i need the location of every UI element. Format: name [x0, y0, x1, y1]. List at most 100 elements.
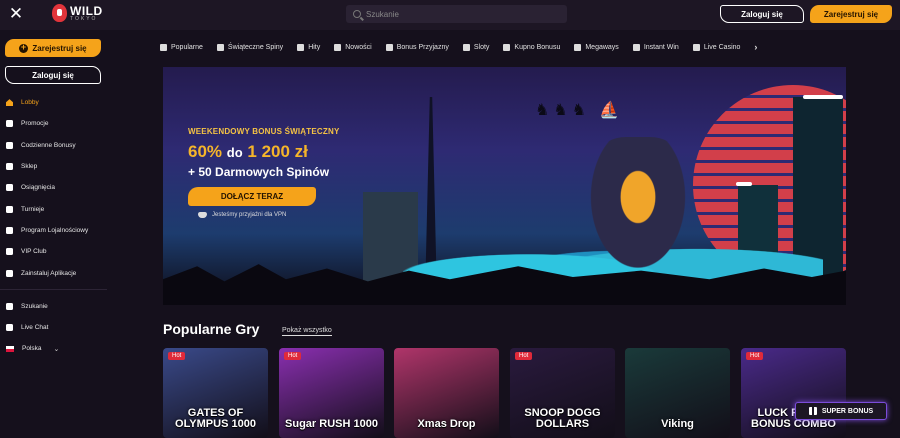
- sidebar-item-tournaments[interactable]: Turnieje: [0, 198, 107, 219]
- sidebar-item-daily-bonuses[interactable]: Codzienne Bonusy: [0, 135, 107, 156]
- sidebar-item-live-chat[interactable]: Live Chat: [0, 317, 107, 338]
- search-input[interactable]: [366, 9, 556, 19]
- register-button[interactable]: Zarejestruj się: [810, 5, 892, 23]
- trophy-icon: [6, 184, 13, 192]
- home-icon: [6, 99, 13, 107]
- bonus-spins: + 50 Darmowych Spinów: [188, 165, 330, 179]
- crown-icon: [6, 248, 13, 256]
- cart-icon: [503, 43, 511, 51]
- sidebar-item-label: Promocje: [21, 120, 49, 128]
- bonus-to: do: [226, 145, 243, 160]
- tab-slots[interactable]: Sloty: [462, 43, 490, 51]
- sidebar-register-button[interactable]: Zarejestruj się: [5, 39, 101, 57]
- sidebar-item-label: VIP Club: [21, 248, 47, 256]
- language-selector[interactable]: Polska ⌄: [0, 338, 107, 359]
- tab-megaways[interactable]: Megaways: [574, 43, 619, 51]
- sidebar-item-lobby[interactable]: Lobby: [0, 92, 107, 113]
- user-plus-icon: [19, 42, 29, 53]
- logo[interactable]: WILD TOKYO: [52, 4, 103, 22]
- tab-label: Sloty: [473, 43, 490, 51]
- close-icon[interactable]: ✕: [8, 5, 24, 23]
- chat-icon: [6, 324, 13, 332]
- logo-word: WILD: [70, 3, 103, 18]
- sidebar-item-promotions[interactable]: Promocje: [0, 113, 107, 134]
- sidebar-register-label: Zarejestruj się: [32, 43, 87, 53]
- tab-bonus-friendly[interactable]: Bonus Przyjazny: [385, 43, 449, 51]
- game-title: GATES OF OLYMPUS 1000: [175, 407, 256, 430]
- megaways-icon: [574, 43, 582, 51]
- tab-label: Megaways: [585, 43, 619, 51]
- category-nav: Popularne Świąteczne Spiny Hity Nowości …: [160, 38, 850, 56]
- loyalty-icon: [6, 226, 13, 234]
- vpn-note: Jesteśmy przyjaźni dla VPN: [188, 212, 339, 218]
- super-bonus-button[interactable]: SUPER BONUS: [795, 402, 887, 420]
- calendar-icon: [6, 141, 13, 149]
- sidebar-item-label: Sklep: [21, 163, 38, 171]
- sidebar-item-label: Turnieje: [21, 205, 45, 213]
- games-row: Hot GATES OF OLYMPUS 1000 Hot Sugar RUSH…: [163, 348, 846, 438]
- flag-pl-icon: [6, 345, 14, 352]
- sidebar-item-label: Szukanie: [21, 302, 48, 310]
- chevron-down-icon: ⌄: [53, 345, 60, 353]
- game-card[interactable]: Hot LUCK PANDA BONUS COMBO: [741, 348, 846, 438]
- game-card[interactable]: Hot Sugar RUSH 1000: [279, 348, 384, 438]
- tab-label: Bonus Przyjazny: [396, 43, 449, 51]
- sidebar-item-label: Live Chat: [21, 324, 49, 332]
- game-title: SNOOP DOGG DOLLARS: [524, 407, 601, 430]
- tab-live-casino[interactable]: Live Casino: [692, 43, 741, 51]
- slot-icon: [462, 43, 470, 51]
- game-title: Viking: [661, 418, 694, 430]
- mask-icon: [198, 212, 207, 218]
- tab-label: Popularne: [171, 43, 203, 51]
- tab-bonus-buy[interactable]: Kupno Bonusu: [503, 43, 561, 51]
- bonus-label: WEEKENDOWY BONUS ŚWIĄTECZNY: [188, 127, 340, 136]
- game-card[interactable]: Xmas Drop: [394, 348, 499, 438]
- bonus-amount: 1 200 zł: [247, 142, 308, 161]
- top-bar: ✕ WILD TOKYO Zaloguj się Zarejestruj się: [0, 0, 900, 30]
- sidebar-item-search[interactable]: Szukanie: [0, 296, 107, 317]
- search-box[interactable]: [346, 5, 567, 23]
- chevron-right-icon[interactable]: ›: [754, 42, 757, 52]
- game-card[interactable]: Hot GATES OF OLYMPUS 1000: [163, 348, 268, 438]
- super-bonus-label: SUPER BONUS: [821, 407, 874, 415]
- hot-badge: Hot: [746, 352, 764, 360]
- join-now-button[interactable]: DOŁĄCZ TERAZ: [188, 187, 316, 206]
- sidebar-login-button[interactable]: Zaloguj się: [5, 66, 101, 84]
- tab-label: Hity: [308, 43, 321, 51]
- tab-label: Instant Win: [643, 43, 679, 51]
- section-title: Popularne Gry: [163, 321, 260, 337]
- banner-text: WEEKENDOWY BONUS ŚWIĄTECZNY 60% do 1 200…: [188, 127, 339, 218]
- tab-hits[interactable]: Hity: [297, 43, 321, 51]
- sidebar-item-vip[interactable]: VIP Club: [0, 241, 107, 262]
- game-card[interactable]: Hot SNOOP DOGG DOLLARS: [510, 348, 615, 438]
- tab-christmas-spins[interactable]: Świąteczne Spiny: [216, 43, 284, 51]
- login-button[interactable]: Zaloguj się: [720, 5, 804, 23]
- banner-snow-art: [736, 182, 752, 186]
- logo-mark-icon: [52, 4, 67, 22]
- sidebar-item-install-app[interactable]: Zainstaluj Aplikacje: [0, 262, 107, 283]
- tab-label: Świąteczne Spiny: [227, 43, 284, 51]
- sidebar-item-label: Zainstaluj Aplikacje: [21, 269, 77, 277]
- shop-icon: [6, 163, 13, 171]
- sidebar-item-label: Codzienne Bonusy: [21, 141, 76, 149]
- bonus-amount-line: 60% do 1 200 zł: [188, 142, 339, 162]
- promo-banner[interactable]: ♞♞♞ ⛵ WEEKENDOWY BONUS ŚWIĄTECZNY 60% do…: [163, 67, 846, 305]
- tab-label: Nowości: [345, 43, 372, 51]
- show-all-link[interactable]: Pokaż wszystko: [282, 327, 332, 336]
- tab-popular[interactable]: Popularne: [160, 43, 203, 51]
- hot-badge: Hot: [515, 352, 533, 360]
- gift-icon: [385, 43, 393, 51]
- hot-badge: Hot: [168, 352, 186, 360]
- bell-icon: [334, 43, 342, 51]
- banner-dragon-art: [578, 137, 698, 287]
- megaphone-icon: [6, 120, 13, 128]
- tab-instant-win[interactable]: Instant Win: [632, 43, 679, 51]
- game-card[interactable]: Viking: [625, 348, 730, 438]
- tab-label: Live Casino: [703, 43, 741, 51]
- sidebar-item-loyalty[interactable]: Program Lojalnościowy: [0, 220, 107, 241]
- search-icon: [353, 10, 361, 18]
- sidebar-item-shop[interactable]: Sklep: [0, 156, 107, 177]
- tab-new[interactable]: Nowości: [334, 43, 372, 51]
- tab-label: Kupno Bonusu: [514, 43, 561, 51]
- sidebar-item-achievements[interactable]: Osiągnięcia: [0, 177, 107, 198]
